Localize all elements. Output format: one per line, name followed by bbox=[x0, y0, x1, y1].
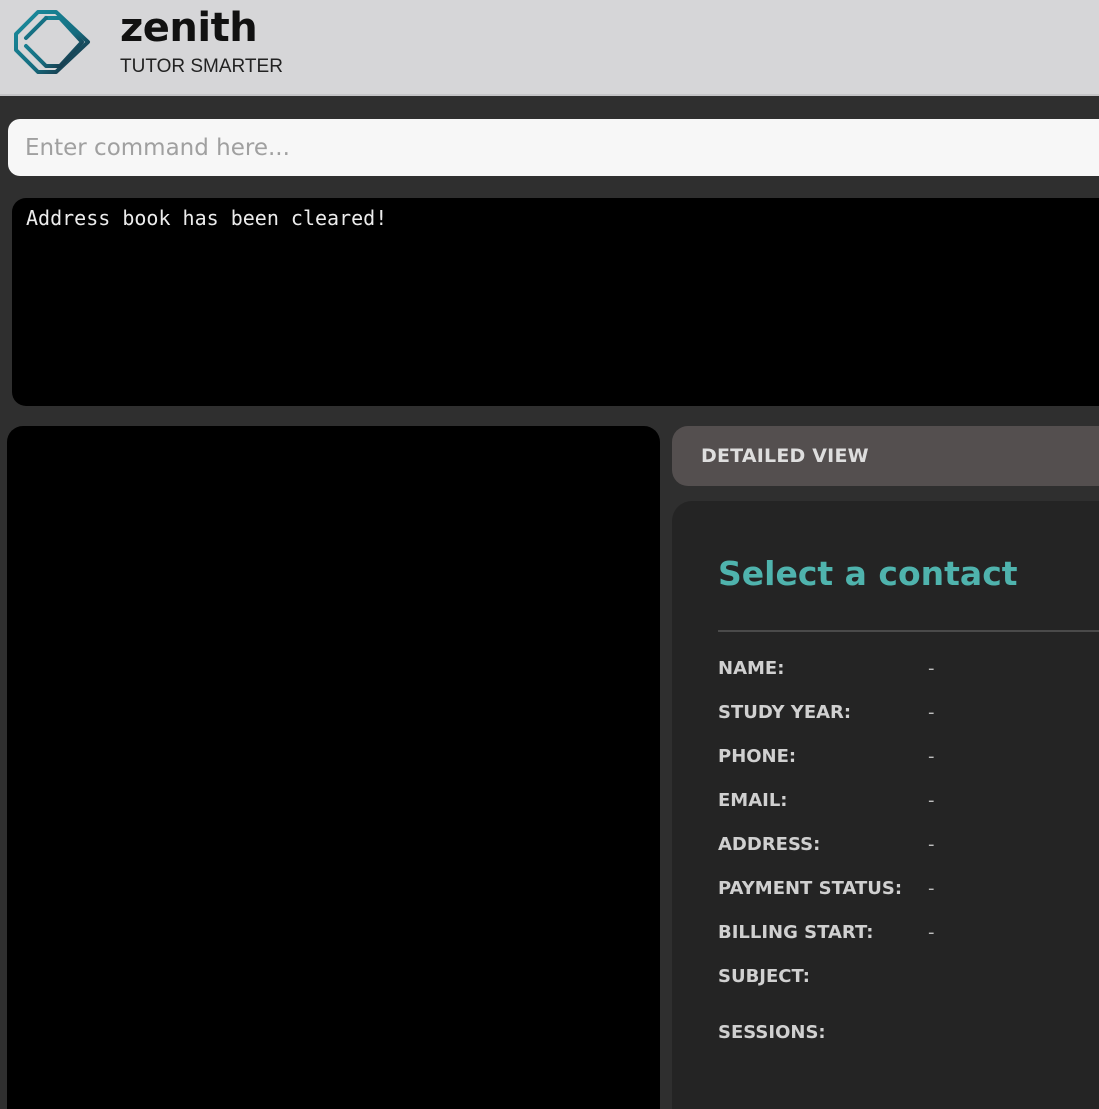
detail-title: Select a contact bbox=[718, 554, 1018, 593]
field-value-study-year: - bbox=[928, 702, 935, 723]
field-value-name: - bbox=[928, 658, 935, 679]
field-label-sessions: SESSIONS: bbox=[718, 1022, 826, 1043]
result-display[interactable]: Address book has been cleared! bbox=[12, 198, 1099, 406]
field-value-payment-status: - bbox=[928, 878, 935, 899]
zenith-logo-icon bbox=[14, 10, 90, 74]
app-header: zenith TUTOR SMARTER bbox=[0, 0, 1099, 96]
field-label-name: NAME: bbox=[718, 658, 785, 679]
contact-list-panel[interactable] bbox=[7, 426, 660, 1109]
field-label-subject: SUBJECT: bbox=[718, 966, 810, 987]
field-label-email: EMAIL: bbox=[718, 790, 788, 811]
result-message: Address book has been cleared! bbox=[26, 206, 388, 230]
field-label-phone: PHONE: bbox=[718, 746, 797, 767]
field-label-payment-status: PAYMENT STATUS: bbox=[718, 878, 903, 899]
detailed-view-label: DETAILED VIEW bbox=[701, 445, 869, 467]
field-label-study-year: STUDY YEAR: bbox=[718, 702, 852, 723]
detail-divider bbox=[718, 630, 1099, 632]
field-value-address: - bbox=[928, 834, 935, 855]
detailed-view-header: DETAILED VIEW bbox=[672, 426, 1099, 486]
app-name: zenith bbox=[120, 5, 258, 51]
app-window: zenith TUTOR SMARTER Address book has be… bbox=[0, 0, 1099, 1109]
app-tagline: TUTOR SMARTER bbox=[120, 56, 283, 77]
field-value-email: - bbox=[928, 790, 935, 811]
field-value-phone: - bbox=[928, 746, 935, 767]
command-input[interactable] bbox=[8, 119, 1099, 176]
field-label-address: ADDRESS: bbox=[718, 834, 821, 855]
detailed-view-card: Select a contact NAME: - STUDY YEAR: - P… bbox=[672, 501, 1099, 1109]
field-label-billing-start: BILLING START: bbox=[718, 922, 874, 943]
field-value-billing-start: - bbox=[928, 922, 935, 943]
